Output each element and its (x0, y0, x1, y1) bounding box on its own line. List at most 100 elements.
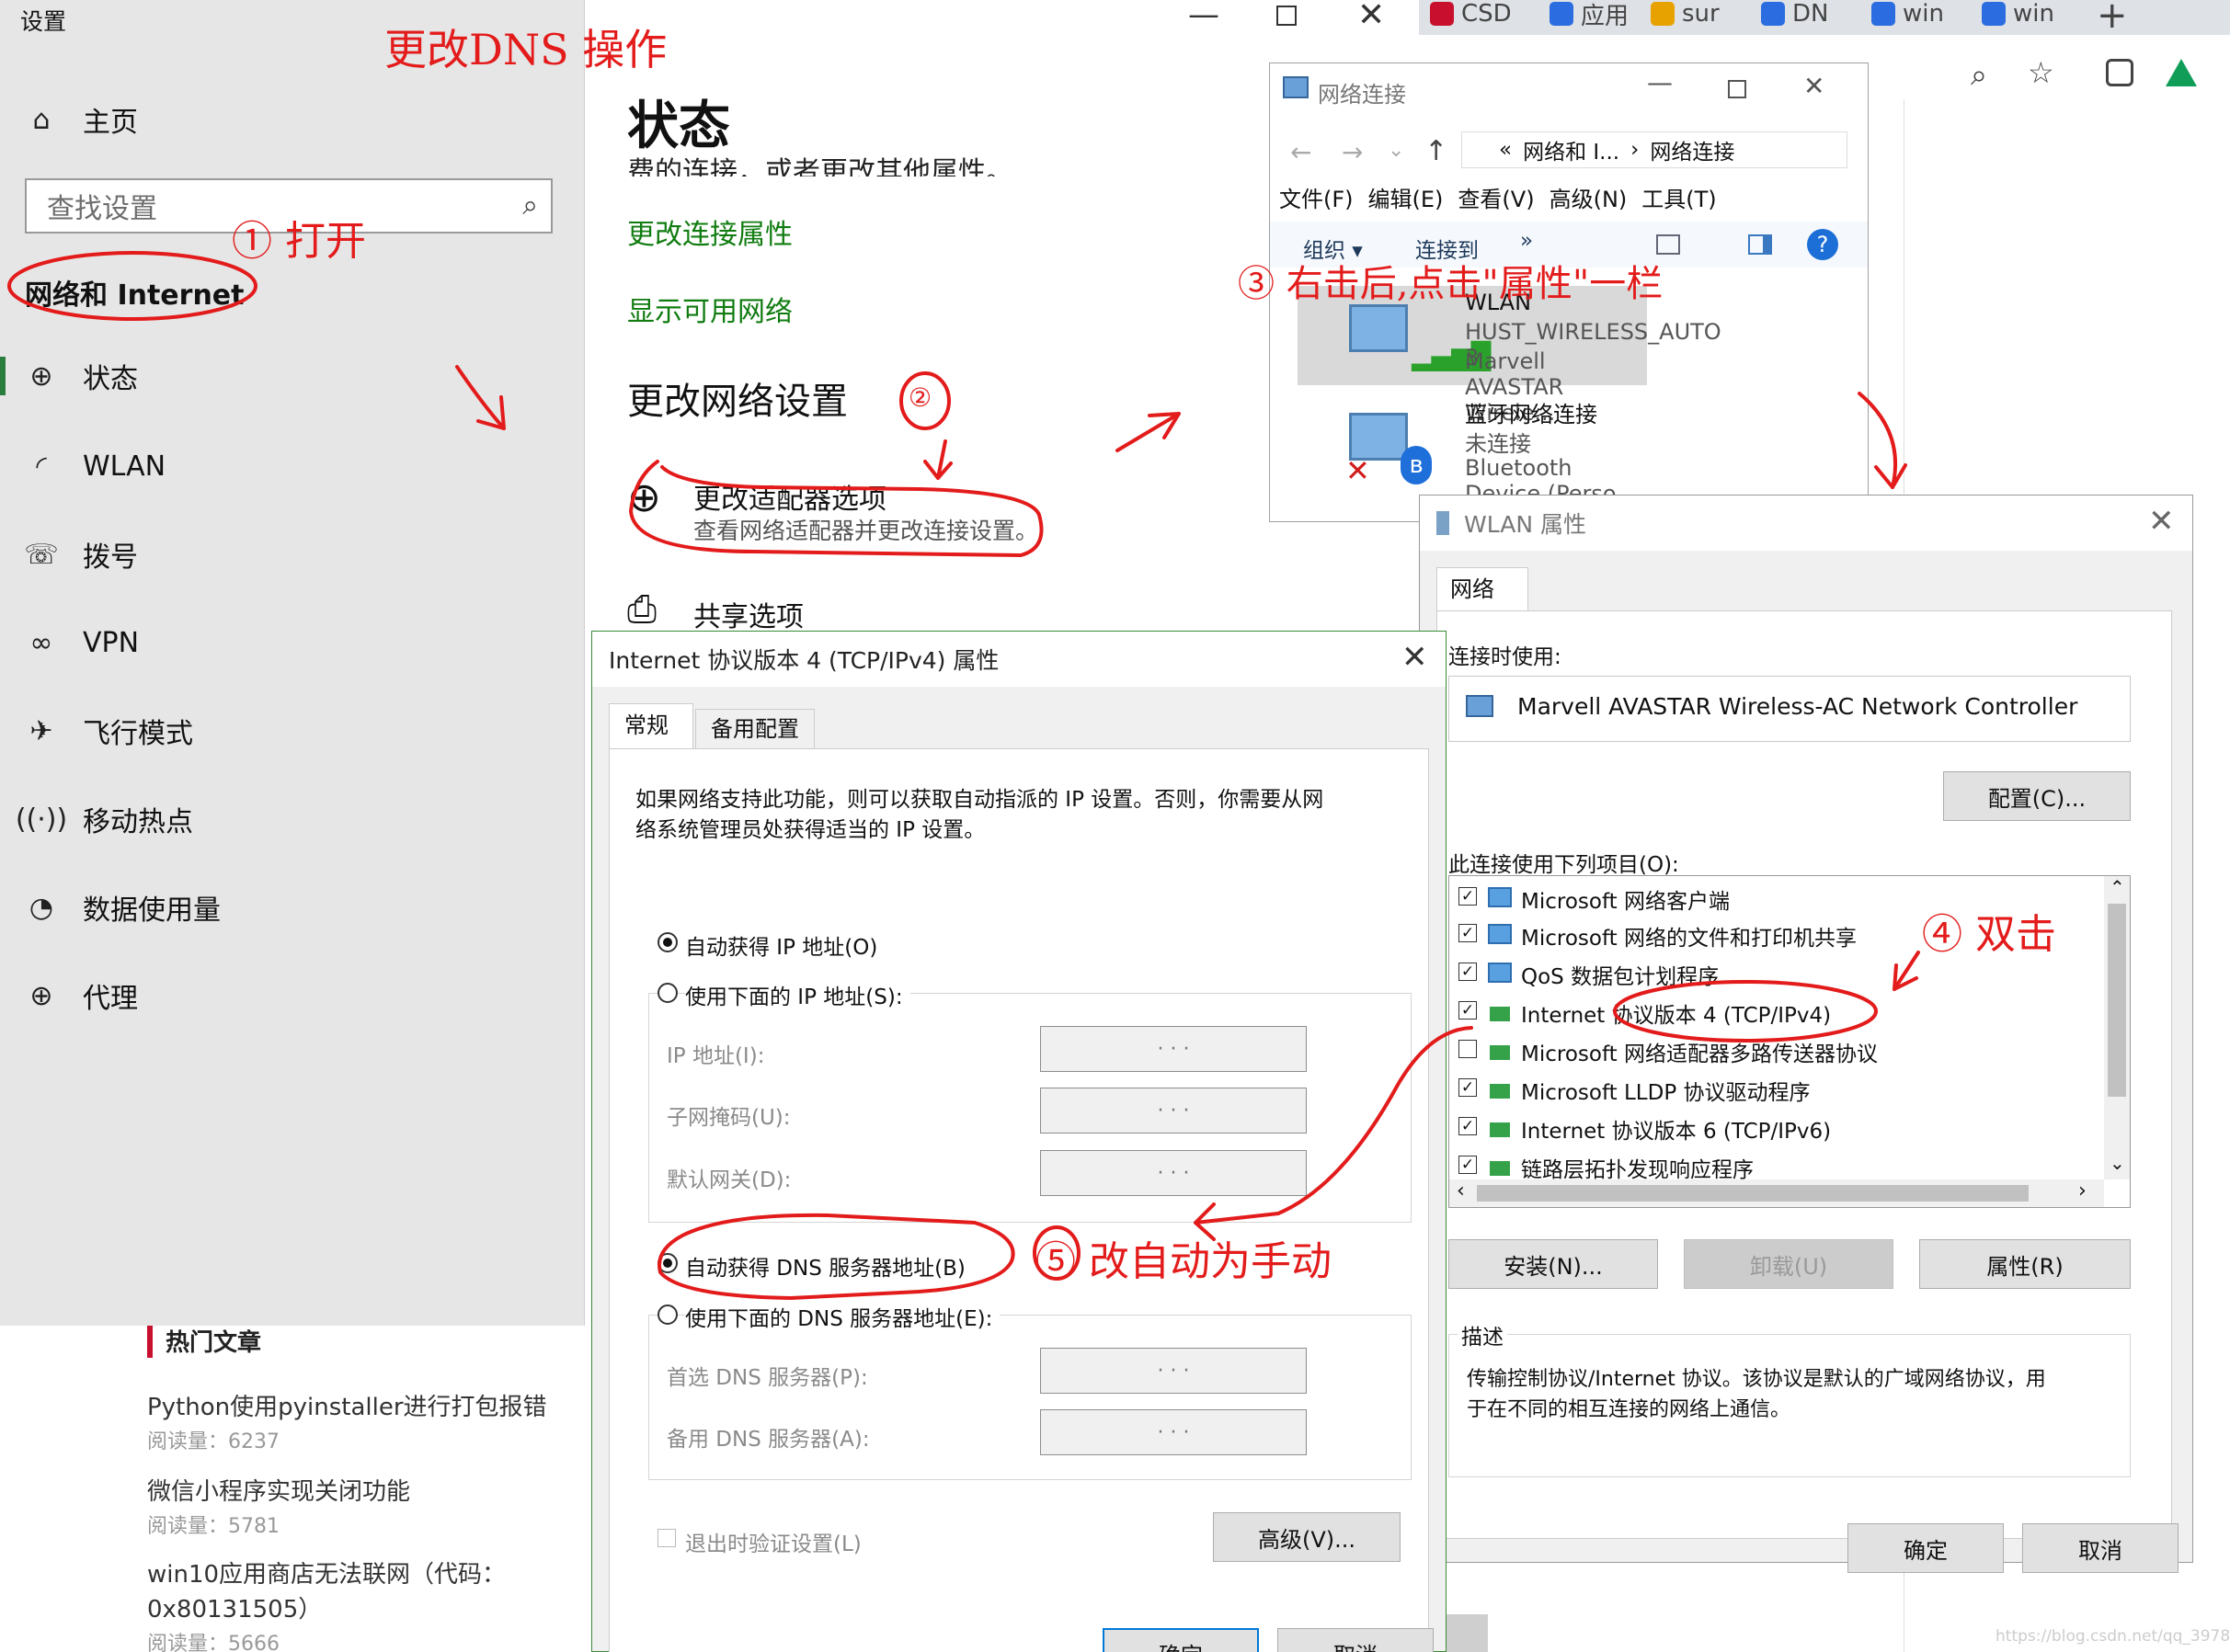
protocol-icon (1490, 1122, 1510, 1137)
items-label: 此连接使用下列项目(O): (1448, 853, 1679, 877)
nav-proxy[interactable]: ⊕ 代理 (0, 963, 585, 1028)
bluetooth-connection-item[interactable]: ✕ ʙ 蓝牙网络连接 未连接 Bluetooth Device (Perso..… (1298, 396, 1647, 507)
item-checkbox[interactable]: ✓ (1458, 1078, 1477, 1097)
manual-dns-radio[interactable] (658, 1305, 678, 1325)
extension-icon[interactable] (2106, 59, 2133, 86)
menu-advanced[interactable]: 高级(N) (1550, 181, 1628, 213)
list-row[interactable]: Microsoft 网络适配器多路传送器协议 (1458, 1032, 2121, 1069)
new-tab-button[interactable]: + (2097, 0, 2128, 37)
nav-airplane[interactable]: ✈ 飞行模式 (0, 699, 585, 763)
change-adapter-option[interactable]: ⊕ 更改适配器选项 查看网络适配器并更改连接设置。 (627, 469, 1050, 544)
breadcrumb[interactable]: « 网络和 I... › 网络连接 (1461, 131, 1847, 168)
ok-button[interactable]: 确定 (1103, 1628, 1259, 1652)
item-checkbox[interactable]: ✓ (1458, 887, 1477, 906)
alternate-dns-field: · · · (1040, 1409, 1307, 1455)
preview-pane-icon[interactable] (1748, 234, 1772, 255)
nav-status[interactable]: ⊕ 状态 (0, 344, 585, 408)
install-button[interactable]: 安装(N)... (1448, 1239, 1658, 1289)
item-checkbox[interactable]: ✓ (1458, 1117, 1477, 1135)
minimize-button[interactable]: — (1647, 67, 1673, 97)
zoom-icon[interactable]: ⌕ (1971, 57, 1987, 93)
minimize-button[interactable]: — (1188, 0, 1219, 33)
tab-alternate[interactable]: 备用配置 (695, 709, 815, 749)
help-icon[interactable]: ? (1807, 229, 1838, 260)
manual-ip-radio[interactable] (658, 983, 678, 1003)
scroll-right-icon[interactable]: › (2078, 1179, 2087, 1202)
menu-tools[interactable]: 工具(T) (1641, 181, 1716, 213)
cancel-button[interactable]: 取消 (2022, 1523, 2179, 1573)
article-link[interactable]: 微信小程序实现关闭功能 (147, 1473, 410, 1507)
item-checkbox[interactable]: ✓ (1458, 924, 1477, 942)
auto-ip-radio[interactable] (658, 932, 678, 952)
nav-dialup[interactable]: ☏ 拨号 (0, 522, 585, 587)
scroll-down-icon[interactable]: ⌄ (2110, 1152, 2125, 1174)
article-link[interactable]: win10应用商店无法联网（代码：0x80131505） (147, 1557, 515, 1627)
more-commands-button[interactable]: » (1520, 229, 1533, 253)
close-icon[interactable]: ✕ (1401, 639, 1428, 676)
change-connection-props-link[interactable]: 更改连接属性 (627, 211, 793, 252)
drive-icon[interactable] (2166, 59, 2197, 86)
nav-hotspot[interactable]: ((·)) 移动热点 (0, 787, 585, 851)
vpn-icon: ∞ (29, 626, 53, 659)
nav-wlan[interactable]: ◜ WLAN (0, 434, 585, 498)
show-available-networks-link[interactable]: 显示可用网络 (627, 289, 793, 329)
home-icon: ⌂ (32, 103, 51, 136)
sharing-option[interactable]: ⎙ 共享选项 (627, 588, 1050, 634)
close-icon[interactable]: ✕ (1803, 71, 1824, 101)
annotation-step3: ③ 右击后,点击"属性"一栏 (1238, 263, 1664, 305)
browser-tab[interactable]: DN (1752, 0, 1862, 28)
nav-data-usage[interactable]: ◔ 数据使用量 (0, 875, 585, 940)
ip-address-label: IP 地址(I): (667, 1044, 765, 1068)
browser-tab[interactable]: win (1862, 0, 1973, 28)
up-arrow-icon[interactable]: ↑ (1424, 135, 1447, 167)
nav-vpn[interactable]: ∞ VPN (0, 610, 585, 675)
recent-dropdown-icon[interactable]: ⌄ (1388, 139, 1404, 162)
item-checkbox[interactable]: ✓ (1458, 963, 1477, 981)
maximize-button[interactable] (1728, 80, 1746, 98)
browser-tab[interactable]: win (1973, 0, 2083, 28)
browser-tab[interactable]: 应用 (1540, 0, 1651, 28)
menu-view[interactable]: 查看(V) (1458, 181, 1534, 213)
scroll-hthumb[interactable] (1477, 1185, 2029, 1202)
tab-network[interactable]: 网络 (1436, 567, 1528, 611)
manual-dns-label[interactable]: 使用下面的 DNS 服务器地址(E): (685, 1301, 1001, 1332)
qos-icon (1488, 963, 1512, 983)
maximize-button[interactable] (1276, 6, 1297, 26)
back-arrow-icon[interactable]: ← (1290, 137, 1311, 167)
horizontal-scrollbar[interactable]: ‹ › (1449, 1179, 2104, 1207)
menu-edit[interactable]: 编辑(E) (1368, 181, 1444, 213)
auto-dns-label[interactable]: 自动获得 DNS 服务器地址(B) (685, 1250, 966, 1282)
view-options-icon[interactable] (1656, 234, 1680, 255)
configure-button[interactable]: 配置(C)... (1943, 771, 2131, 821)
auto-dns-radio[interactable] (658, 1253, 678, 1273)
nav-home[interactable]: ⌂ 主页 (0, 87, 585, 152)
manual-ip-label[interactable]: 使用下面的 IP 地址(S): (685, 979, 910, 1010)
scroll-up-icon[interactable]: ⌃ (2110, 876, 2125, 898)
close-icon[interactable]: ✕ (2148, 503, 2175, 540)
list-row[interactable]: ✓ Microsoft LLDP 协议驱动程序 (1458, 1071, 2084, 1108)
menu-file[interactable]: 文件(F) (1279, 181, 1354, 213)
change-network-heading: 更改网络设置 (627, 381, 848, 423)
validate-label: 退出时验证设置(L) (685, 1532, 862, 1556)
advanced-button[interactable]: 高级(V)... (1213, 1512, 1401, 1562)
item-checkbox[interactable]: ✓ (1458, 1001, 1477, 1020)
item-checkbox[interactable] (1458, 1040, 1477, 1058)
ok-button[interactable]: 确定 (1847, 1523, 2004, 1573)
item-checkbox[interactable]: ✓ (1458, 1156, 1477, 1174)
forward-arrow-icon[interactable]: → (1342, 137, 1363, 167)
list-row[interactable]: ✓ Internet 协议版本 6 (TCP/IPv6) (1458, 1110, 2084, 1146)
list-row-ipv4[interactable]: ✓ Internet 协议版本 4 (TCP/IPv4) (1458, 994, 2084, 1031)
tab-general[interactable]: 常规 (609, 703, 693, 749)
scroll-left-icon[interactable]: ‹ (1457, 1179, 1465, 1202)
vertical-scrollbar[interactable]: ⌃ ⌄ (2104, 876, 2130, 1179)
browser-tab[interactable]: CSD (1421, 0, 1531, 28)
article-link[interactable]: Python使用pyinstaller进行打包报错 (147, 1388, 547, 1422)
close-icon[interactable]: ✕ (1357, 0, 1385, 34)
scroll-thumb[interactable] (2108, 904, 2126, 1097)
auto-ip-label[interactable]: 自动获得 IP 地址(O) (685, 929, 877, 961)
browser-tab[interactable]: sur (1641, 0, 1752, 28)
properties-button[interactable]: 属性(R) (1919, 1239, 2131, 1289)
list-row[interactable]: ✓ QoS 数据包计划程序 (1458, 955, 2084, 992)
cancel-button[interactable]: 取消 (1277, 1628, 1434, 1652)
bookmark-star-icon[interactable]: ☆ (2028, 55, 2054, 90)
